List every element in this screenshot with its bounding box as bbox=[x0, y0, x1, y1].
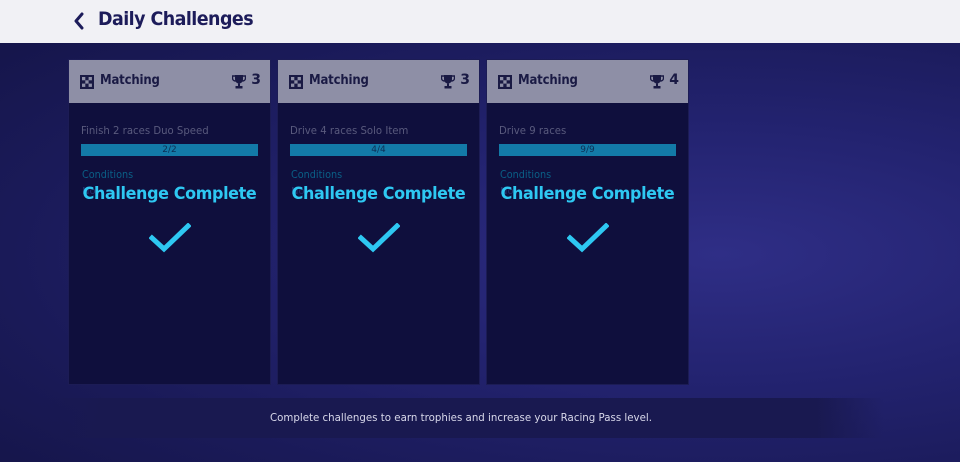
checkmark-icon bbox=[567, 223, 609, 253]
top-bar: Daily Challenges bbox=[0, 0, 960, 43]
progress-bar: 9/9 bbox=[499, 144, 676, 156]
mode-label: Matching bbox=[518, 73, 578, 88]
challenge-card[interactable]: Matching 4 Drive 9 races 9/9 Conditions … bbox=[486, 59, 689, 385]
checkered-flag-icon bbox=[289, 75, 303, 89]
challenge-task: Drive 4 races Solo Item bbox=[290, 124, 409, 137]
trophy-count: 3 bbox=[460, 72, 470, 88]
conditions-label: Conditions bbox=[500, 169, 552, 181]
checkered-flag-icon bbox=[498, 75, 512, 89]
trophy-count: 3 bbox=[251, 72, 261, 88]
progress-text: 9/9 bbox=[580, 145, 595, 155]
challenge-task: Finish 2 races Duo Speed bbox=[81, 124, 209, 137]
checkmark-icon bbox=[149, 223, 191, 253]
conditions-label: Conditions bbox=[82, 169, 134, 181]
challenge-card[interactable]: Matching 3 Finish 2 races Duo Speed 2/2 … bbox=[68, 59, 271, 385]
footer-hint-bar: Complete challenges to earn trophies and… bbox=[38, 398, 884, 438]
challenge-complete-label: Challenge Complete bbox=[291, 184, 466, 204]
trophy-icon bbox=[650, 75, 664, 89]
checkered-flag-icon bbox=[80, 75, 94, 89]
trophy-icon bbox=[441, 75, 455, 89]
challenge-complete-label: Challenge Complete bbox=[500, 184, 675, 204]
progress-text: 2/2 bbox=[162, 145, 177, 155]
challenge-card[interactable]: Matching 3 Drive 4 races Solo Item 4/4 C… bbox=[277, 59, 480, 385]
progress-bar: 4/4 bbox=[290, 144, 467, 156]
challenge-task: Drive 9 races bbox=[499, 124, 567, 137]
progress-text: 4/4 bbox=[371, 145, 386, 155]
card-header: Matching 3 bbox=[278, 60, 479, 103]
footer-hint-text: Complete challenges to earn trophies and… bbox=[270, 411, 652, 424]
page-title: Daily Challenges bbox=[98, 8, 254, 30]
back-button[interactable] bbox=[68, 9, 90, 33]
checkmark-icon bbox=[358, 223, 400, 253]
progress-bar: 2/2 bbox=[81, 144, 258, 156]
mode-label: Matching bbox=[309, 73, 369, 88]
card-header: Matching 3 bbox=[69, 60, 270, 103]
trophy-count: 4 bbox=[669, 72, 679, 88]
trophy-icon bbox=[232, 75, 246, 89]
conditions-label: Conditions bbox=[291, 169, 343, 181]
card-header: Matching 4 bbox=[487, 60, 688, 103]
challenge-complete-label: Challenge Complete bbox=[82, 184, 257, 204]
chevron-left-icon bbox=[74, 12, 84, 30]
mode-label: Matching bbox=[100, 73, 160, 88]
